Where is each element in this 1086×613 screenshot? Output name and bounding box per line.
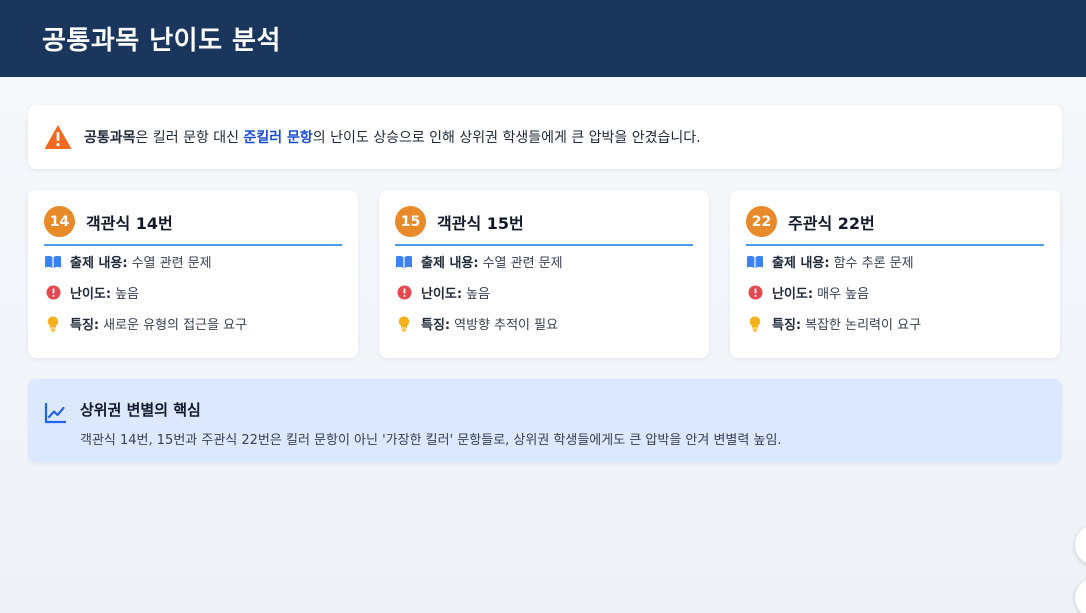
- lightbulb-icon: [746, 316, 764, 332]
- card-header: 22 주관식 22번: [746, 206, 1044, 246]
- notice-highlight: 준킬러 문항: [243, 130, 313, 146]
- card-title: 주관식 22번: [788, 213, 875, 233]
- exclamation-circle-icon: [746, 285, 764, 301]
- page-header: 공통과목 난이도 분석: [0, 0, 1086, 77]
- notice-text: 공통과목은 킬러 문항 대신 준킬러 문항의 난이도 상승으로 인해 상위권 학…: [84, 127, 701, 147]
- content-value: 수열 관련 문제: [131, 256, 212, 271]
- card-title: 객관식 14번: [86, 213, 173, 233]
- difficulty-value: 높음: [115, 287, 140, 302]
- question-cards: 14 객관식 14번 출제 내용: 수열 관련 문제 난이도: 높음 특징: 새…: [28, 190, 1060, 358]
- content-row: 출제 내용: 함수 추론 문제: [746, 246, 1044, 277]
- question-card: 14 객관식 14번 출제 내용: 수열 관련 문제 난이도: 높음 특징: 새…: [28, 190, 358, 358]
- difficulty-label: 난이도:: [772, 287, 814, 302]
- content-label: 출제 내용:: [421, 256, 479, 271]
- content-value: 함수 추론 문제: [833, 256, 914, 271]
- insight-panel: 상위권 변별의 핵심 객관식 14번, 15번과 주관식 22번은 킬러 문항이…: [28, 379, 1062, 463]
- question-card: 15 객관식 15번 출제 내용: 수열 관련 문제 난이도: 높음 특징: 역…: [379, 190, 709, 358]
- feature-label: 특징:: [421, 318, 451, 333]
- difficulty-value: 높음: [466, 287, 491, 302]
- insight-text: 객관식 14번, 15번과 주관식 22번은 킬러 문항이 아닌 '가장한 킬러…: [80, 433, 782, 448]
- content-value: 수열 관련 문제: [482, 256, 563, 271]
- difficulty-row: 난이도: 높음: [395, 277, 693, 308]
- content-row: 출제 내용: 수열 관련 문제: [395, 246, 693, 277]
- feature-label: 특징:: [772, 318, 802, 333]
- notice-banner: 공통과목은 킬러 문항 대신 준킬러 문항의 난이도 상승으로 인해 상위권 학…: [28, 105, 1062, 169]
- feature-row: 특징: 복잡한 논리력이 요구: [746, 308, 1044, 339]
- notice-bold: 공통과목: [84, 130, 136, 146]
- book-open-icon: [746, 254, 764, 270]
- difficulty-label: 난이도:: [70, 287, 112, 302]
- difficulty-label: 난이도:: [421, 287, 463, 302]
- content-label: 출제 내용:: [70, 256, 128, 271]
- warning-triangle-icon: [44, 125, 72, 149]
- card-title: 객관식 15번: [437, 213, 524, 233]
- card-header: 14 객관식 14번: [44, 206, 342, 246]
- feature-label: 특징:: [70, 318, 100, 333]
- page-title: 공통과목 난이도 분석: [42, 26, 281, 56]
- feature-value: 복잡한 논리력이 요구: [805, 318, 922, 333]
- notice-text-a: 은 킬러 문항 대신: [135, 130, 244, 146]
- feature-row: 특징: 역방향 추적이 필요: [395, 308, 693, 339]
- exclamation-circle-icon: [44, 285, 62, 301]
- book-open-icon: [395, 254, 413, 270]
- card-header: 15 객관식 15번: [395, 206, 693, 246]
- difficulty-value: 매우 높음: [817, 287, 870, 302]
- book-open-icon: [44, 254, 62, 270]
- feature-value: 역방향 추적이 필요: [454, 318, 559, 333]
- feature-value: 새로운 유형의 접근을 요구: [103, 318, 248, 333]
- content-row: 출제 내용: 수열 관련 문제: [44, 246, 342, 277]
- difficulty-row: 난이도: 높음: [44, 277, 342, 308]
- lightbulb-icon: [44, 316, 62, 332]
- chart-line-icon: [44, 402, 66, 424]
- question-card: 22 주관식 22번 출제 내용: 함수 추론 문제 난이도: 매우 높음 특징…: [730, 190, 1060, 358]
- notice-text-b: 의 난이도 상승으로 인해 상위권 학생들에게 큰 압박을 안겼습니다.: [312, 130, 701, 146]
- lightbulb-icon: [395, 316, 413, 332]
- question-number-badge: 14: [44, 206, 75, 237]
- question-number-badge: 22: [746, 206, 777, 237]
- floating-action-button[interactable]: [1075, 525, 1086, 565]
- content-label: 출제 내용:: [772, 256, 830, 271]
- question-number-badge: 15: [395, 206, 426, 237]
- difficulty-row: 난이도: 매우 높음: [746, 277, 1044, 308]
- insight-title: 상위권 변별의 핵심: [80, 401, 201, 419]
- insight-body: 상위권 변별의 핵심 객관식 14번, 15번과 주관식 22번은 킬러 문항이…: [80, 399, 782, 463]
- feature-row: 특징: 새로운 유형의 접근을 요구: [44, 308, 342, 339]
- exclamation-circle-icon: [395, 285, 413, 301]
- floating-action-button[interactable]: [1075, 578, 1086, 613]
